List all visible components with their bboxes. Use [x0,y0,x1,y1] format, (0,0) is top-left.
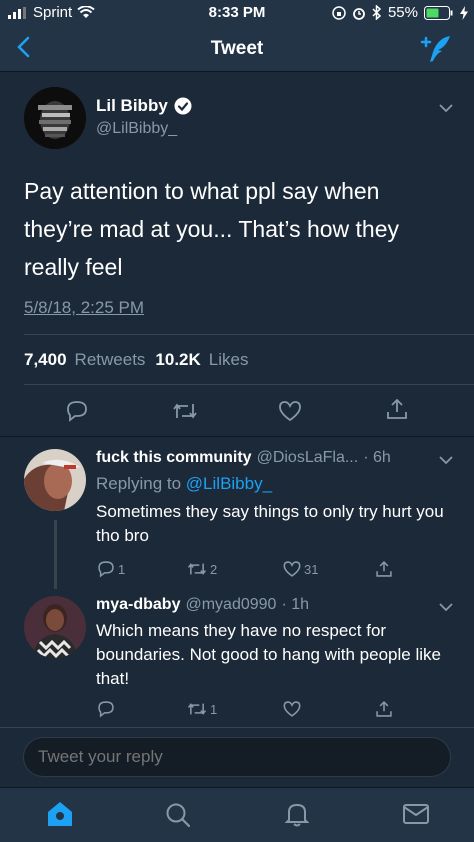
reply-icon[interactable] [64,398,90,424]
chevron-down-icon[interactable] [438,602,454,612]
reply-author-handle[interactable]: @myad0990 [185,596,276,614]
retweet-button[interactable]: 1 [186,699,282,719]
alarm-icon [352,6,366,20]
share-button[interactable] [374,699,394,719]
replying-to-prefix: Replying to [96,474,182,493]
author-handle[interactable]: @LilBibby_ [96,120,177,138]
notifications-icon[interactable] [283,800,311,828]
retweet-count: 1 [210,701,218,717]
reply-input[interactable] [23,737,451,777]
reply-text: Which means they have no respect for bou… [96,621,441,688]
reply-button[interactable] [96,699,186,719]
chevron-down-icon[interactable] [438,455,454,465]
chevron-down-icon[interactable] [438,103,454,113]
reply-icon [96,699,116,719]
bluetooth-icon [372,5,382,20]
tweet-timestamp[interactable]: 5/8/18, 2:25 PM [24,298,144,318]
reply-time: · 6h [363,449,391,466]
battery-label: 55% [387,4,418,21]
share-icon[interactable] [384,396,410,422]
reply-actions: 1 2 31 [96,559,394,579]
back-arrow-icon[interactable] [16,36,30,58]
share-button[interactable] [374,559,394,579]
reply-header: mya-dbaby @myad0990 · 1h [96,596,309,614]
divider [24,334,474,335]
charging-icon [460,5,468,20]
thread-line [54,520,57,590]
battery-icon [424,5,454,20]
like-icon[interactable] [277,398,303,424]
reply-header: fuck this community @DiosLaFla... · 6h [96,449,391,467]
like-button[interactable] [282,699,374,719]
likes-count[interactable]: 10.2K [155,350,200,370]
like-icon [282,559,302,579]
reply-button[interactable]: 1 [96,559,186,579]
author-name[interactable]: Lil Bibby [96,96,192,116]
retweet-count: 2 [210,561,218,577]
status-bar: Sprint 8:33 PM 55% [0,0,474,26]
reply-icon [96,559,116,579]
retweets-label[interactable]: Retweets [75,350,146,370]
tweet-text: Pay attention to what ppl say when they’… [24,178,400,280]
retweet-icon[interactable] [171,398,197,424]
tweet-stats: 7,400 Retweets 10.2K Likes [24,350,248,370]
avatar[interactable] [24,596,86,658]
like-count: 31 [304,561,319,577]
reply-author-name[interactable]: mya-dbaby [96,596,180,614]
retweet-button[interactable]: 2 [186,559,282,579]
navigation-bar: Tweet [0,26,474,72]
likes-label[interactable]: Likes [209,350,249,370]
divider [24,384,474,385]
verified-icon [174,97,192,115]
compose-tweet-icon[interactable] [420,34,452,64]
reply-text: Sometimes they say things to only try hu… [96,502,444,545]
author-name-label: Lil Bibby [96,96,168,115]
search-icon[interactable] [164,801,192,829]
reply-author-handle[interactable]: @DiosLaFla... [257,449,359,467]
share-icon [374,699,394,719]
reply-time: · 1h [281,596,310,613]
share-icon [374,559,394,579]
retweets-count[interactable]: 7,400 [24,350,67,370]
avatar[interactable] [24,449,86,511]
like-button[interactable]: 31 [282,559,374,579]
like-icon [282,699,302,719]
reply-count: 1 [118,561,126,577]
lock-rotation-icon [332,5,346,20]
replying-to: Replying to @LilBibby_ [96,474,272,494]
home-icon[interactable] [46,800,74,828]
page-title: Tweet [210,38,264,59]
replying-to-handle[interactable]: @LilBibby_ [186,474,272,493]
reply-actions: 1 [96,699,394,719]
retweet-icon [186,699,208,719]
avatar[interactable] [24,87,86,149]
reply-author-name[interactable]: fuck this community [96,449,252,467]
retweet-icon [186,559,208,579]
messages-icon[interactable] [402,802,430,826]
